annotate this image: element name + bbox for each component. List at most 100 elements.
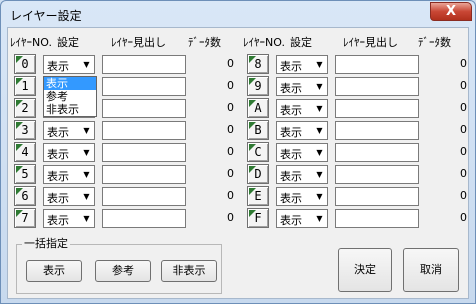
bulk-setting-title: 一括指定 [22, 235, 70, 251]
chevron-down-icon[interactable]: ▼ [312, 56, 327, 73]
layer-heading-input[interactable] [335, 143, 419, 162]
color-corner-icon [16, 122, 23, 129]
chevron-down-icon[interactable]: ▼ [79, 210, 94, 227]
chevron-down-icon[interactable]: ▼ [312, 144, 327, 161]
layer-number-button[interactable]: 6 [14, 186, 36, 206]
layer-heading-input[interactable] [335, 77, 419, 96]
layer-heading-input[interactable] [335, 165, 419, 184]
header-setting: 設定 [57, 36, 79, 49]
layer-data-count: 0 [227, 211, 234, 224]
layer-heading-input[interactable] [102, 55, 186, 74]
layer-setting-value: 表示 [47, 148, 69, 161]
window-title: レイヤー設定 [10, 9, 82, 23]
layer-setting-value: 表示 [47, 214, 69, 227]
layer-heading-input[interactable] [102, 165, 186, 184]
layer-number-button[interactable]: A [247, 98, 269, 118]
chevron-down-icon[interactable]: ▼ [312, 210, 327, 227]
header-data-count: ﾃﾞｰﾀ数 [188, 36, 221, 49]
layer-number-button[interactable]: F [247, 208, 269, 228]
layer-setting-value: 表示 [280, 104, 302, 117]
layer-setting-select[interactable]: 表示 ▼ [276, 99, 328, 118]
layer-number-button[interactable]: D [247, 164, 269, 184]
layer-setting-select[interactable]: 表示 ▼ [43, 187, 95, 206]
chevron-down-icon[interactable]: ▼ [312, 78, 327, 95]
layer-setting-select[interactable]: 表示 ▼ [276, 77, 328, 96]
layer-data-count: 0 [227, 123, 234, 136]
chevron-down-icon[interactable]: ▼ [79, 166, 94, 183]
layer-number-button[interactable]: 1 [14, 76, 36, 96]
layer-number-button[interactable]: 5 [14, 164, 36, 184]
layer-heading-input[interactable] [102, 99, 186, 118]
layer-data-count: 0 [460, 189, 467, 202]
bulk-hide-button[interactable]: 非表示 [161, 260, 217, 282]
layer-setting-value: 表示 [280, 214, 302, 227]
layer-setting-select[interactable]: 表示 ▼ [276, 187, 328, 206]
color-corner-icon [249, 100, 256, 107]
layer-number-button[interactable]: 2 [14, 98, 36, 118]
layer-number-button[interactable]: 0 [14, 54, 36, 74]
layer-setting-select[interactable]: 表示 ▼ [43, 121, 95, 140]
layer-number-button[interactable]: 9 [247, 76, 269, 96]
header-heading: ﾚｲﾔｰ見出し [343, 36, 398, 49]
layer-data-count: 0 [460, 57, 467, 70]
chevron-down-icon[interactable]: ▼ [312, 166, 327, 183]
layer-heading-input[interactable] [335, 187, 419, 206]
header-layer-no: ﾚｲﾔｰNO. [10, 36, 52, 49]
chevron-down-icon[interactable]: ▼ [312, 188, 327, 205]
layer-heading-input[interactable] [102, 77, 186, 96]
layer-setting-value: 表示 [280, 170, 302, 183]
layer-setting-select[interactable]: 表示 ▼ [276, 55, 328, 74]
layer-number-button[interactable]: 3 [14, 120, 36, 140]
layer-data-count: 0 [460, 211, 467, 224]
header-setting: 設定 [290, 36, 312, 49]
color-corner-icon [249, 210, 256, 217]
layer-setting-select[interactable]: 表示 ▼ [276, 121, 328, 140]
chevron-down-icon[interactable]: ▼ [79, 144, 94, 161]
layer-heading-input[interactable] [102, 209, 186, 228]
chevron-down-icon[interactable]: ▼ [79, 188, 94, 205]
chevron-down-icon[interactable]: ▼ [312, 100, 327, 117]
layer-number-button[interactable]: 8 [247, 54, 269, 74]
close-button[interactable]: X [430, 2, 472, 21]
title-bar: レイヤー設定 X [1, 1, 475, 27]
layer-heading-input[interactable] [102, 121, 186, 140]
layer-setting-select[interactable]: 表示 ▼ [43, 143, 95, 162]
layer-heading-input[interactable] [102, 143, 186, 162]
layer-number-button[interactable]: E [247, 186, 269, 206]
bulk-show-button[interactable]: 表示 [26, 260, 82, 282]
layer-data-count: 0 [460, 167, 467, 180]
layer-number-button[interactable]: 4 [14, 142, 36, 162]
layer-heading-input[interactable] [335, 99, 419, 118]
layer-data-count: 0 [460, 123, 467, 136]
bulk-reference-button[interactable]: 参考 [95, 260, 151, 282]
layer-heading-input[interactable] [335, 121, 419, 140]
layer-heading-input[interactable] [335, 55, 419, 74]
layer-data-count: 0 [460, 101, 467, 114]
dropdown-option-show[interactable]: 表示 [44, 77, 96, 90]
layer-number-button[interactable]: B [247, 120, 269, 140]
layer-setting-value: 表示 [47, 170, 69, 183]
dropdown-option-hide[interactable]: 非表示 [44, 103, 96, 116]
color-corner-icon [249, 78, 256, 85]
dropdown-option-reference[interactable]: 参考 [44, 90, 96, 103]
layer-setting-select[interactable]: 表示 ▼ [43, 209, 95, 228]
layer-heading-input[interactable] [102, 187, 186, 206]
cancel-button[interactable]: 取消 [403, 248, 459, 292]
layer-number-button[interactable]: C [247, 142, 269, 162]
layer-setting-select[interactable]: 表示 ▼ [43, 55, 95, 74]
layer-heading-input[interactable] [335, 209, 419, 228]
color-corner-icon [249, 122, 256, 129]
chevron-down-icon[interactable]: ▼ [79, 122, 94, 139]
dialog-body: ﾚｲﾔｰNO. 設定 ﾚｲﾔｰ見出し ﾃﾞｰﾀ数 ﾚｲﾔｰNO. 設定 ﾚｲﾔｰ… [7, 27, 469, 299]
layer-setting-select[interactable]: 表示 ▼ [276, 209, 328, 228]
chevron-down-icon[interactable]: ▼ [79, 56, 94, 73]
color-corner-icon [16, 188, 23, 195]
layer-data-count: 0 [460, 79, 467, 92]
layer-setting-select[interactable]: 表示 ▼ [276, 143, 328, 162]
ok-button[interactable]: 決定 [338, 248, 392, 292]
layer-setting-select[interactable]: 表示 ▼ [276, 165, 328, 184]
layer-setting-select[interactable]: 表示 ▼ [43, 165, 95, 184]
layer-number-button[interactable]: 7 [14, 208, 36, 228]
chevron-down-icon[interactable]: ▼ [312, 122, 327, 139]
layer-data-count: 0 [227, 145, 234, 158]
